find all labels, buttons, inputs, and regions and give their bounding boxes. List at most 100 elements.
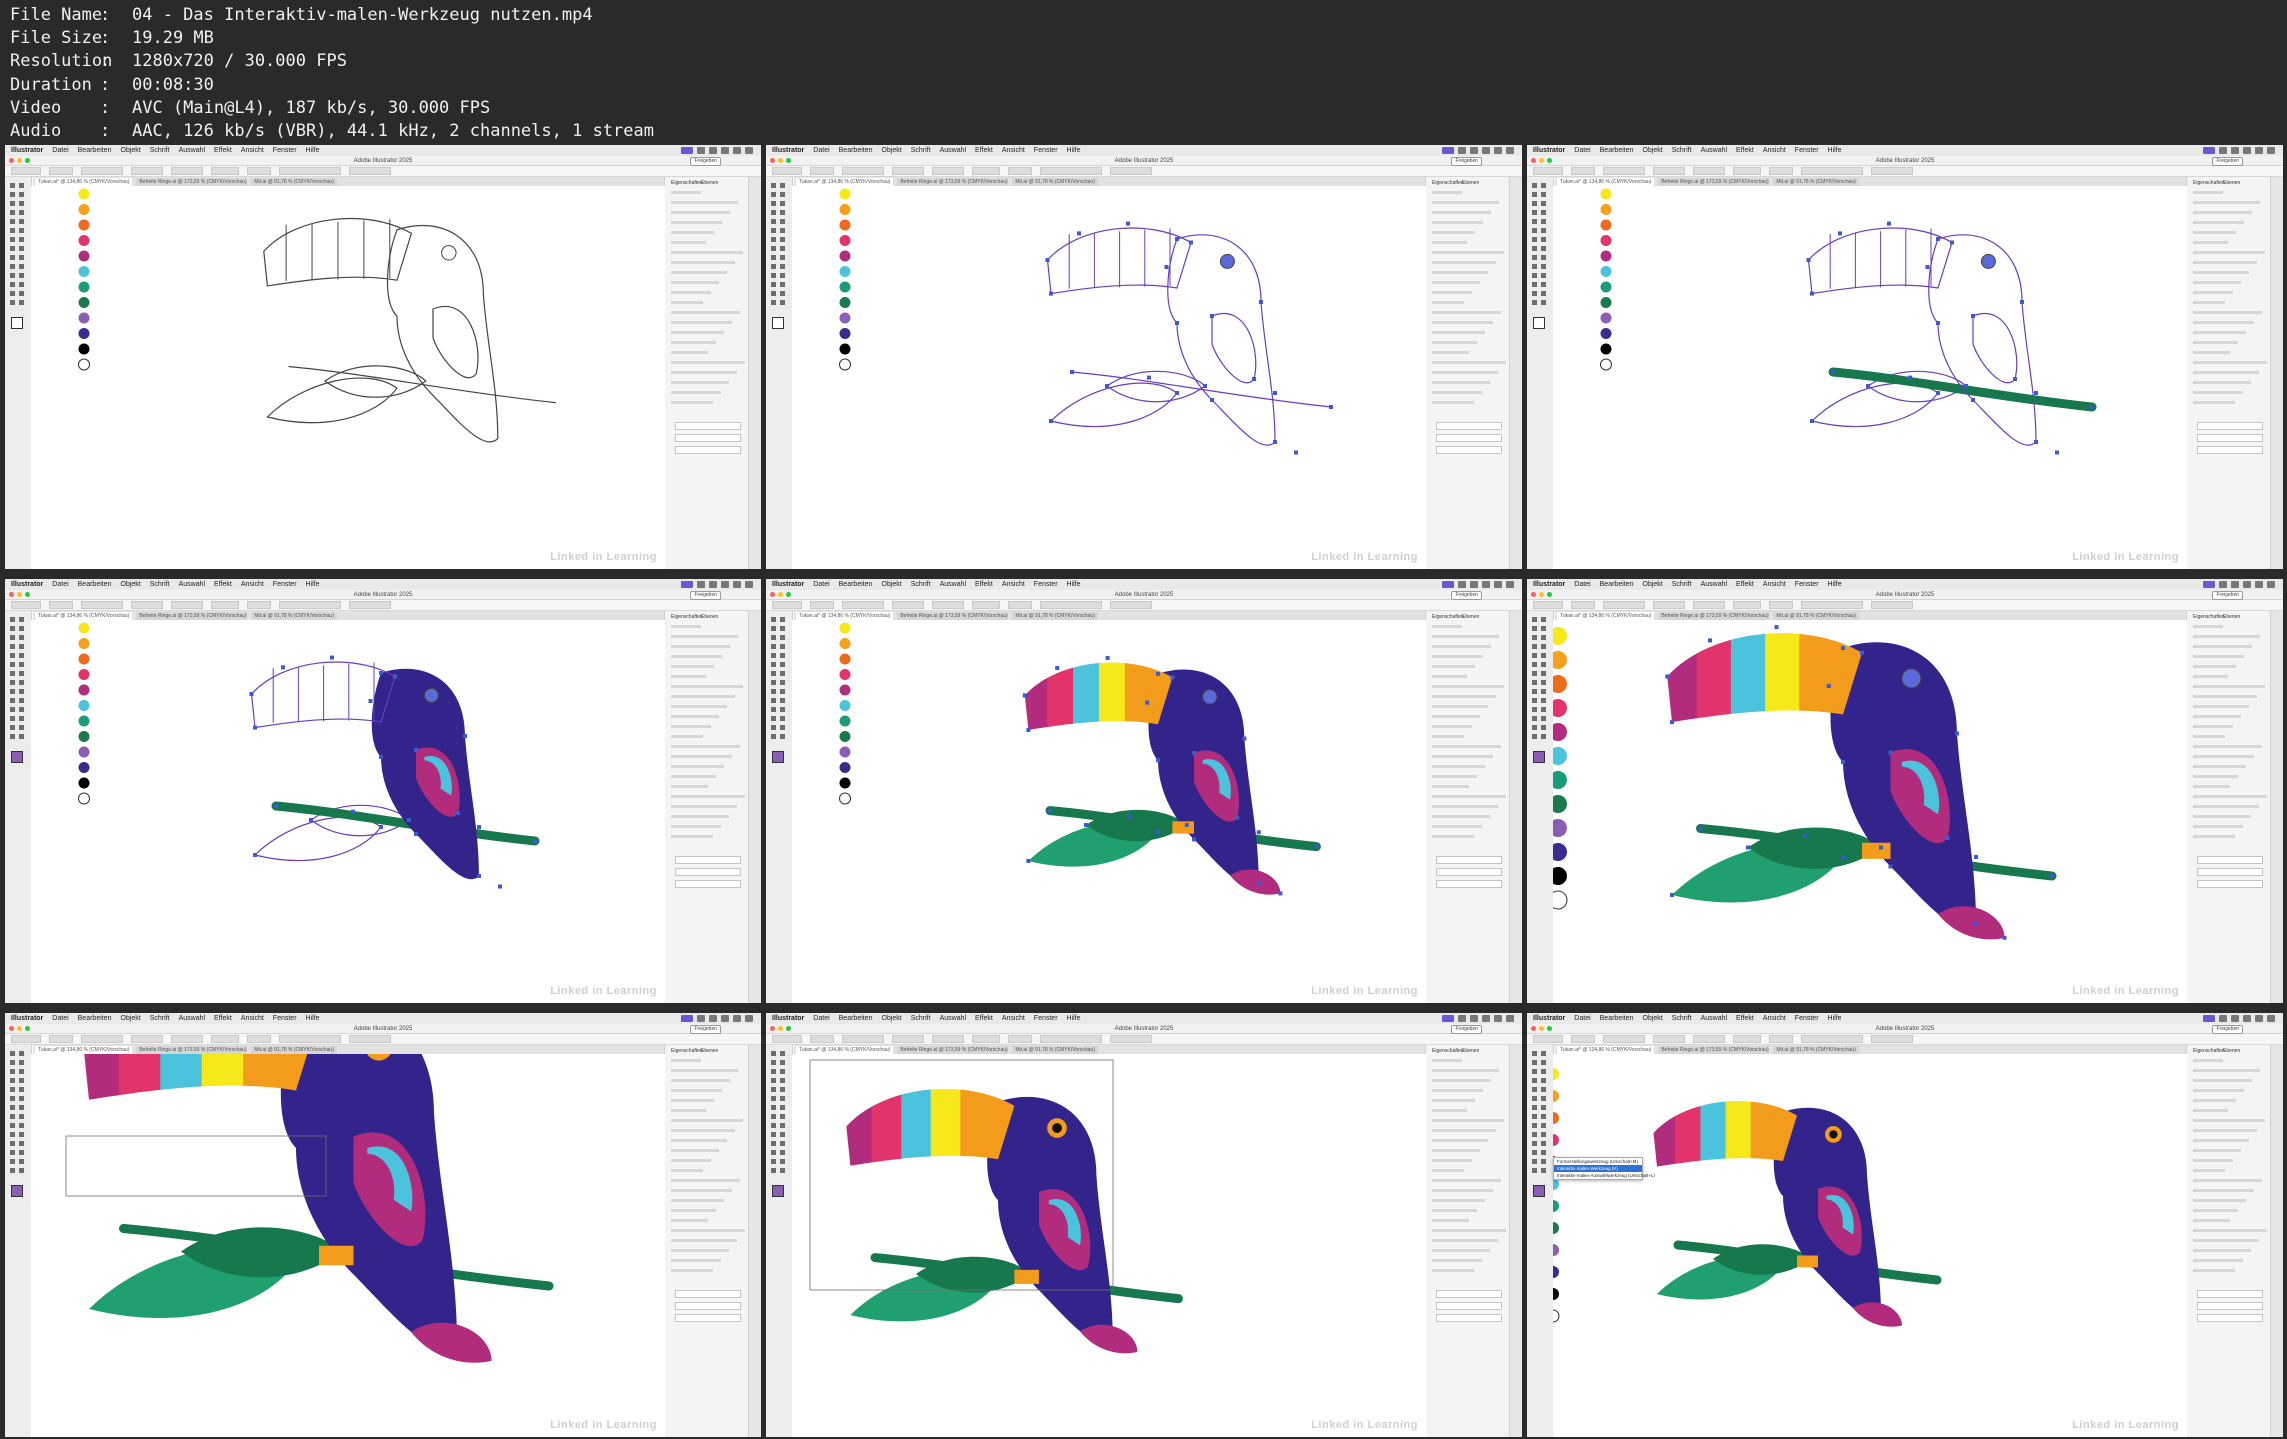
tool-icon[interactable]: [10, 291, 15, 296]
canvas[interactable]: [1553, 186, 2187, 569]
anchor-point[interactable]: [1698, 826, 1703, 831]
share-button[interactable]: Freigeben: [2212, 591, 2243, 600]
tool-icon[interactable]: [771, 264, 776, 269]
tool-icon[interactable]: [1532, 237, 1537, 242]
tool-icon[interactable]: [1532, 1078, 1537, 1083]
control-field[interactable]: [171, 167, 203, 175]
swatch-violet[interactable]: [1600, 312, 1612, 324]
control-field[interactable]: [772, 601, 802, 609]
menu-item[interactable]: Auswahl: [940, 1015, 966, 1022]
anchor-point[interactable]: [1806, 258, 1811, 262]
tool-icon[interactable]: [780, 1132, 785, 1137]
tool-icon[interactable]: [1541, 1105, 1546, 1110]
anchor-point[interactable]: [498, 884, 502, 889]
anchor-point[interactable]: [533, 839, 537, 843]
tool-icon[interactable]: [780, 1051, 785, 1056]
tool-icon[interactable]: [10, 183, 15, 188]
anchor-point[interactable]: [2020, 300, 2024, 304]
anchor-point[interactable]: [1774, 625, 1779, 630]
anchor-point[interactable]: [1175, 321, 1179, 325]
control-field[interactable]: [49, 601, 73, 609]
tool-icon[interactable]: [780, 680, 785, 685]
tool-icon[interactable]: [19, 1168, 24, 1173]
share-button[interactable]: Freigeben: [1451, 1025, 1482, 1034]
tool-icon[interactable]: [1541, 1150, 1546, 1155]
window-control-icon[interactable]: [786, 1026, 791, 1031]
selection-bounding-box[interactable]: [65, 1135, 327, 1197]
swatch-pink[interactable]: [839, 235, 851, 246]
anchor-point[interactable]: [1259, 300, 1263, 304]
anchor-point[interactable]: [1189, 240, 1193, 245]
anchor-point[interactable]: [1936, 321, 1940, 325]
tool-icon[interactable]: [1532, 228, 1537, 233]
tool-icon[interactable]: [780, 1060, 785, 1065]
menu-item[interactable]: Objekt: [1643, 1015, 1663, 1022]
swatch-orange[interactable]: [1600, 219, 1612, 231]
swatch-orange_light[interactable]: [1600, 204, 1612, 215]
tool-icon[interactable]: [1532, 671, 1537, 676]
menu-item[interactable]: Ansicht: [1002, 147, 1025, 154]
swatch-orange[interactable]: [1553, 675, 1567, 693]
tool-icon[interactable]: [10, 644, 15, 649]
window-control-icon[interactable]: [786, 592, 791, 597]
window-control-icon[interactable]: [778, 158, 783, 163]
swatch-pink[interactable]: [1600, 235, 1612, 246]
swatch-yellow[interactable]: [1600, 188, 1612, 200]
control-field[interactable]: [810, 1035, 834, 1043]
anchor-point[interactable]: [2055, 450, 2059, 455]
tool-icon[interactable]: [10, 219, 15, 224]
app-name[interactable]: Illustrator: [772, 147, 804, 154]
menu-item[interactable]: Objekt: [121, 581, 141, 588]
menu-item[interactable]: Objekt: [882, 581, 902, 588]
control-field[interactable]: [1733, 1035, 1761, 1043]
panel-tab[interactable]: Eigenschaften: [2193, 614, 2225, 620]
panel-tab[interactable]: Eigenschaften: [2193, 1048, 2225, 1054]
menu-item[interactable]: Bearbeiten: [839, 147, 873, 154]
tool-icon[interactable]: [771, 680, 776, 685]
anchor-point[interactable]: [379, 825, 383, 829]
anchor-point[interactable]: [1156, 830, 1160, 835]
panel-button[interactable]: [675, 434, 741, 442]
tool-icon[interactable]: [1532, 707, 1537, 712]
tool-icon[interactable]: [1541, 1159, 1546, 1164]
panel-tab[interactable]: Ebenen: [701, 1048, 718, 1054]
tool-icon[interactable]: [780, 1069, 785, 1074]
control-field[interactable]: [1533, 601, 1563, 609]
anchor-point[interactable]: [1242, 736, 1247, 741]
document-tab[interactable]: Befreite Ringe.ai @ 173,59 % (CMYK/Vorsc…: [897, 177, 1009, 186]
tool-icon[interactable]: [1532, 725, 1537, 730]
menu-item[interactable]: Ansicht: [241, 1015, 264, 1022]
tool-icon[interactable]: [19, 219, 24, 224]
tool-icon[interactable]: [19, 716, 24, 721]
tool-icon[interactable]: [1532, 300, 1537, 305]
anchor-point[interactable]: [477, 825, 481, 829]
anchor-point[interactable]: [1203, 384, 1207, 388]
panel-button[interactable]: [2197, 880, 2263, 888]
tool-icon[interactable]: [780, 183, 785, 188]
anchor-point[interactable]: [1670, 720, 1674, 725]
tool-icon[interactable]: [780, 1123, 785, 1128]
swatch-indigo[interactable]: [1553, 1266, 1559, 1278]
swatch-teal[interactable]: [839, 281, 851, 293]
menu-item[interactable]: Hilfe: [1828, 147, 1842, 154]
control-field[interactable]: [247, 1035, 271, 1043]
menu-item[interactable]: Datei: [52, 581, 68, 588]
anchor-point[interactable]: [379, 671, 383, 675]
tool-icon[interactable]: [1532, 626, 1537, 631]
tool-icon[interactable]: [19, 1087, 24, 1092]
tool-icon[interactable]: [10, 725, 15, 730]
anchor-point[interactable]: [1105, 655, 1110, 660]
control-field[interactable]: [772, 1035, 802, 1043]
tool-icon[interactable]: [780, 1150, 785, 1155]
anchor-point[interactable]: [1156, 758, 1160, 763]
menu-item[interactable]: Schrift: [150, 147, 170, 154]
control-field[interactable]: [1871, 1035, 1913, 1043]
panel-button[interactable]: [2197, 422, 2263, 430]
tool-icon[interactable]: [771, 734, 776, 739]
menu-item[interactable]: Hilfe: [306, 147, 320, 154]
swatch-green[interactable]: [839, 731, 851, 742]
control-field[interactable]: [81, 1035, 123, 1043]
tool-icon[interactable]: [1532, 653, 1537, 658]
swatch-black[interactable]: [839, 343, 851, 355]
document-tab[interactable]: Mit.ai @ 91,78 % (CMYK/Vorschau): [1773, 1045, 1859, 1054]
